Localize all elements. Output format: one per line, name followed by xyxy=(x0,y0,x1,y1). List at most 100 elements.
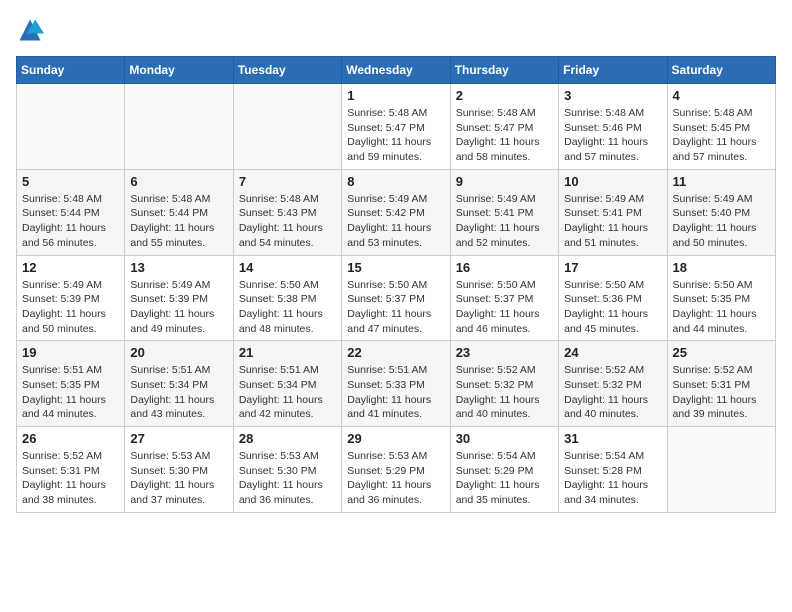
calendar-cell: 7 Sunrise: 5:48 AM Sunset: 5:43 PM Daylig… xyxy=(233,169,341,255)
day-number: 21 xyxy=(239,345,336,360)
calendar-cell: 14Sunrise: 5:50 AM Sunset: 5:38 PM Dayli… xyxy=(233,255,341,341)
day-info: Sunrise: 5:48 AM Sunset: 5:45 PM Dayligh… xyxy=(673,106,770,165)
day-info: Sunrise: 5:49 AM Sunset: 5:41 PM Dayligh… xyxy=(456,192,553,251)
calendar-cell: 3 Sunrise: 5:48 AM Sunset: 5:46 PM Daylig… xyxy=(559,84,667,170)
calendar-cell: 22 Sunrise: 5:51 AM Sunset: 5:33 PM Dayli… xyxy=(342,341,450,427)
calendar-cell xyxy=(17,84,125,170)
calendar-cell: 24 Sunrise: 5:52 AM Sunset: 5:32 PM Dayli… xyxy=(559,341,667,427)
calendar-cell: 19 Sunrise: 5:51 AM Sunset: 5:35 PM Dayli… xyxy=(17,341,125,427)
calendar-cell: 17 Sunrise: 5:50 AM Sunset: 5:36 PM Dayli… xyxy=(559,255,667,341)
day-info: Sunrise: 5:52 AM Sunset: 5:31 PM Dayligh… xyxy=(22,449,119,508)
day-info: Sunrise: 5:53 AM Sunset: 5:29 PM Dayligh… xyxy=(347,449,444,508)
calendar-week-4: 19 Sunrise: 5:51 AM Sunset: 5:35 PM Dayli… xyxy=(17,341,776,427)
calendar-table: SundayMondayTuesdayWednesdayThursdayFrid… xyxy=(16,56,776,513)
col-header-sunday: Sunday xyxy=(17,57,125,84)
calendar-cell: 15 Sunrise: 5:50 AM Sunset: 5:37 PM Dayli… xyxy=(342,255,450,341)
calendar-cell: 21 Sunrise: 5:51 AM Sunset: 5:34 PM Dayli… xyxy=(233,341,341,427)
calendar-cell: 18 Sunrise: 5:50 AM Sunset: 5:35 PM Dayli… xyxy=(667,255,775,341)
day-info: Sunrise: 5:50 AM Sunset: 5:37 PM Dayligh… xyxy=(347,278,444,337)
calendar-cell: 12Sunrise: 5:49 AM Sunset: 5:39 PM Dayli… xyxy=(17,255,125,341)
day-info: Sunrise: 5:52 AM Sunset: 5:31 PM Dayligh… xyxy=(673,363,770,422)
day-number: 10 xyxy=(564,174,661,189)
calendar-cell xyxy=(667,427,775,513)
day-info: Sunrise: 5:54 AM Sunset: 5:29 PM Dayligh… xyxy=(456,449,553,508)
day-number: 18 xyxy=(673,260,770,275)
col-header-tuesday: Tuesday xyxy=(233,57,341,84)
day-info: Sunrise: 5:51 AM Sunset: 5:35 PM Dayligh… xyxy=(22,363,119,422)
col-header-thursday: Thursday xyxy=(450,57,558,84)
calendar-week-3: 12Sunrise: 5:49 AM Sunset: 5:39 PM Dayli… xyxy=(17,255,776,341)
calendar-cell xyxy=(233,84,341,170)
calendar-week-1: 1 Sunrise: 5:48 AM Sunset: 5:47 PM Daylig… xyxy=(17,84,776,170)
day-info: Sunrise: 5:51 AM Sunset: 5:34 PM Dayligh… xyxy=(130,363,227,422)
col-header-saturday: Saturday xyxy=(667,57,775,84)
calendar-cell: 27 Sunrise: 5:53 AM Sunset: 5:30 PM Dayli… xyxy=(125,427,233,513)
day-number: 3 xyxy=(564,88,661,103)
calendar-cell: 23 Sunrise: 5:52 AM Sunset: 5:32 PM Dayli… xyxy=(450,341,558,427)
day-number: 16 xyxy=(456,260,553,275)
calendar-cell: 26Sunrise: 5:52 AM Sunset: 5:31 PM Dayli… xyxy=(17,427,125,513)
calendar-cell: 28 Sunrise: 5:53 AM Sunset: 5:30 PM Dayli… xyxy=(233,427,341,513)
day-info: Sunrise: 5:53 AM Sunset: 5:30 PM Dayligh… xyxy=(130,449,227,508)
calendar-cell: 8Sunrise: 5:49 AM Sunset: 5:42 PM Daylig… xyxy=(342,169,450,255)
calendar-cell: 6Sunrise: 5:48 AM Sunset: 5:44 PM Daylig… xyxy=(125,169,233,255)
page-header xyxy=(16,16,776,44)
day-number: 13 xyxy=(130,260,227,275)
calendar-cell: 29 Sunrise: 5:53 AM Sunset: 5:29 PM Dayli… xyxy=(342,427,450,513)
calendar-cell: 11 Sunrise: 5:49 AM Sunset: 5:40 PM Dayli… xyxy=(667,169,775,255)
calendar-cell: 20 Sunrise: 5:51 AM Sunset: 5:34 PM Dayli… xyxy=(125,341,233,427)
calendar-cell: 5 Sunrise: 5:48 AM Sunset: 5:44 PM Daylig… xyxy=(17,169,125,255)
day-number: 11 xyxy=(673,174,770,189)
day-info: Sunrise: 5:48 AM Sunset: 5:47 PM Dayligh… xyxy=(347,106,444,165)
day-info: Sunrise: 5:49 AM Sunset: 5:40 PM Dayligh… xyxy=(673,192,770,251)
day-info: Sunrise: 5:51 AM Sunset: 5:34 PM Dayligh… xyxy=(239,363,336,422)
day-number: 31 xyxy=(564,431,661,446)
day-info: Sunrise: 5:50 AM Sunset: 5:35 PM Dayligh… xyxy=(673,278,770,337)
calendar-cell: 25 Sunrise: 5:52 AM Sunset: 5:31 PM Dayli… xyxy=(667,341,775,427)
day-info: Sunrise: 5:51 AM Sunset: 5:33 PM Dayligh… xyxy=(347,363,444,422)
day-number: 15 xyxy=(347,260,444,275)
calendar-cell: 1 Sunrise: 5:48 AM Sunset: 5:47 PM Daylig… xyxy=(342,84,450,170)
day-number: 7 xyxy=(239,174,336,189)
day-number: 25 xyxy=(673,345,770,360)
day-info: Sunrise: 5:48 AM Sunset: 5:44 PM Dayligh… xyxy=(130,192,227,251)
logo-icon xyxy=(16,16,44,44)
day-number: 24 xyxy=(564,345,661,360)
day-info: Sunrise: 5:48 AM Sunset: 5:47 PM Dayligh… xyxy=(456,106,553,165)
calendar-cell: 9Sunrise: 5:49 AM Sunset: 5:41 PM Daylig… xyxy=(450,169,558,255)
day-number: 27 xyxy=(130,431,227,446)
calendar-cell: 16 Sunrise: 5:50 AM Sunset: 5:37 PM Dayli… xyxy=(450,255,558,341)
day-info: Sunrise: 5:50 AM Sunset: 5:37 PM Dayligh… xyxy=(456,278,553,337)
day-info: Sunrise: 5:48 AM Sunset: 5:46 PM Dayligh… xyxy=(564,106,661,165)
calendar-cell: 4 Sunrise: 5:48 AM Sunset: 5:45 PM Daylig… xyxy=(667,84,775,170)
day-number: 5 xyxy=(22,174,119,189)
day-number: 28 xyxy=(239,431,336,446)
day-info: Sunrise: 5:54 AM Sunset: 5:28 PM Dayligh… xyxy=(564,449,661,508)
day-number: 19 xyxy=(22,345,119,360)
day-number: 17 xyxy=(564,260,661,275)
day-info: Sunrise: 5:53 AM Sunset: 5:30 PM Dayligh… xyxy=(239,449,336,508)
logo xyxy=(16,16,48,44)
day-info: Sunrise: 5:49 AM Sunset: 5:39 PM Dayligh… xyxy=(130,278,227,337)
calendar-week-2: 5 Sunrise: 5:48 AM Sunset: 5:44 PM Daylig… xyxy=(17,169,776,255)
day-number: 20 xyxy=(130,345,227,360)
day-number: 14 xyxy=(239,260,336,275)
calendar-header-row: SundayMondayTuesdayWednesdayThursdayFrid… xyxy=(17,57,776,84)
calendar-cell xyxy=(125,84,233,170)
calendar-cell: 31 Sunrise: 5:54 AM Sunset: 5:28 PM Dayli… xyxy=(559,427,667,513)
day-number: 23 xyxy=(456,345,553,360)
day-info: Sunrise: 5:52 AM Sunset: 5:32 PM Dayligh… xyxy=(456,363,553,422)
day-number: 1 xyxy=(347,88,444,103)
day-info: Sunrise: 5:48 AM Sunset: 5:43 PM Dayligh… xyxy=(239,192,336,251)
day-info: Sunrise: 5:50 AM Sunset: 5:36 PM Dayligh… xyxy=(564,278,661,337)
day-info: Sunrise: 5:49 AM Sunset: 5:42 PM Dayligh… xyxy=(347,192,444,251)
day-number: 29 xyxy=(347,431,444,446)
day-number: 22 xyxy=(347,345,444,360)
col-header-monday: Monday xyxy=(125,57,233,84)
day-info: Sunrise: 5:49 AM Sunset: 5:41 PM Dayligh… xyxy=(564,192,661,251)
day-info: Sunrise: 5:52 AM Sunset: 5:32 PM Dayligh… xyxy=(564,363,661,422)
calendar-cell: 10 Sunrise: 5:49 AM Sunset: 5:41 PM Dayli… xyxy=(559,169,667,255)
day-info: Sunrise: 5:48 AM Sunset: 5:44 PM Dayligh… xyxy=(22,192,119,251)
day-info: Sunrise: 5:49 AM Sunset: 5:39 PM Dayligh… xyxy=(22,278,119,337)
day-number: 4 xyxy=(673,88,770,103)
